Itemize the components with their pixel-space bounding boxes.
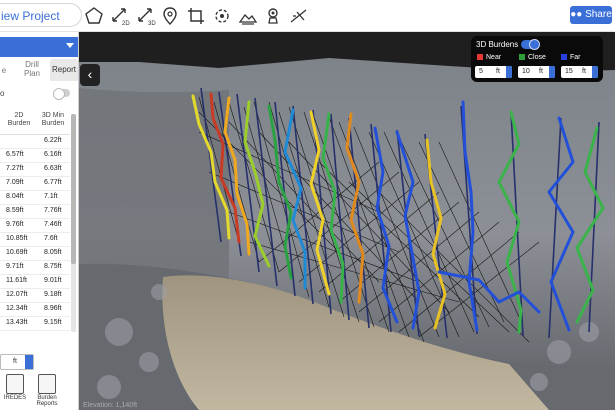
share-icon: ●● [570,9,586,20]
collapse-sidebar-button[interactable]: ‹ [80,64,100,86]
cell-3d-min-burden: 6.22ft [44,137,62,144]
unit-select[interactable]: ft [0,354,34,370]
cell-3d-min-burden: 7.46ft [44,221,62,228]
unit-select-value: ft [13,358,17,365]
tab-drill-plan[interactable]: Drill Plan [20,60,44,82]
sidebar-header-dropdown[interactable] [0,37,78,57]
measure-2d-icon[interactable]: 2D [110,6,130,27]
burden-panel-title: 3D Burdens [476,40,519,49]
iredes-file-icon [6,374,24,394]
cell-3d-min-burden: 8.96ft [44,305,62,312]
new-project-button[interactable]: iew Project [0,3,82,27]
cell-3d-min-burden: 6.63ft [44,165,62,172]
burden-reports-label: Burden Reports [36,395,58,407]
terrain-icon[interactable] [238,6,258,26]
table-row[interactable]: 9.71ft 8.75ft [0,261,70,275]
polygon-tool-icon[interactable] [84,6,104,26]
table-row[interactable]: 7.27ft 6.63ft [0,163,70,177]
slope-icon[interactable] [289,6,309,26]
chevron-down-icon [66,43,74,48]
cell-3d-min-burden: 9.15ft [44,319,62,326]
tab-first[interactable]: e [0,66,10,88]
cell-2d-burden: 8.04ft [6,193,24,200]
spinner[interactable] [506,66,512,78]
burden-reports-button[interactable]: Burden Reports [32,374,62,407]
iredes-button[interactable]: IREDES [2,374,28,401]
near-distance-input[interactable]: 5 ft [475,66,512,78]
column-header-3d-min-burden: 3D Min Burden [41,112,65,127]
table-row[interactable]: 13.43ft 9.15ft [0,317,70,331]
cell-3d-min-burden: 6.77ft [44,179,62,186]
table-row[interactable]: 11.61ft 9.01ft [0,275,70,289]
column-header-2d-burden: 2D Burden [7,112,31,127]
spinner[interactable] [549,66,555,78]
table-row[interactable]: 12.34ft 8.96ft [0,303,70,317]
cell-3d-min-burden: 9.18ft [44,291,62,298]
cell-2d-burden: 7.09ft [6,179,24,186]
cell-2d-burden: 11.61ft [6,277,27,284]
table-scrollbar[interactable] [71,114,76,332]
table-row[interactable]: 8.04ft 7.1ft [0,191,70,205]
cell-3d-min-burden: 9.01ft [44,277,62,284]
cell-3d-min-burden: 7.6ft [44,235,58,242]
table-row[interactable]: 12.07ft 9.18ft [0,289,70,303]
cell-2d-burden: 9.76ft [6,221,24,228]
sidebar: e Drill Plan Report o 2D Burden 3D Min B… [0,32,79,410]
legend-far: Far [561,54,581,61]
cell-3d-min-burden: 6.16ft [44,151,62,158]
cell-2d-burden: 6.57ft [6,151,24,158]
status-readout: Elevation: 1,140ft [83,402,138,409]
measure-3d-label: 3D [148,21,156,26]
cell-2d-burden: 9.71ft [6,263,24,270]
table-row[interactable]: 9.76ft 7.46ft [0,219,70,233]
burden-panel: 3D Burdens Near Close Far 5 ft 10 ft 15 ft [471,36,603,82]
sidebar-tabs: e Drill Plan Report [0,59,78,81]
cell-2d-burden: 8.59ft [6,207,24,214]
sidebar-bottom-actions: IREDES Burden Reports [0,370,78,410]
measure-2d-label: 2D [122,21,130,26]
legend-near: Near [477,54,501,61]
iredes-label: IREDES [3,395,27,401]
chevron-left-icon: ‹ [87,66,93,82]
table-row[interactable]: 10.69ft 8.05ft [0,247,70,261]
3d-viewport[interactable]: Elevation: 1,140ft [79,32,615,410]
unit-select-spinner[interactable] [25,355,33,369]
spinner[interactable] [592,66,598,78]
quarry-3d-scene [79,32,615,410]
close-distance-input[interactable]: 10 ft [518,66,555,78]
pin-icon[interactable] [160,6,180,26]
top-bar: iew Project 2D 3D ●● Share [0,0,615,32]
blast-icon[interactable] [263,6,283,26]
cell-3d-min-burden: 7.1ft [44,193,58,200]
sidebar-toggle[interactable] [53,88,70,100]
table-header: 2D Burden 3D Min Burden [0,112,70,135]
toggle-label: o [0,89,5,98]
share-label: Share [585,9,612,20]
rotate-icon[interactable] [212,6,232,26]
measure-3d-icon[interactable]: 3D [136,6,156,27]
cell-2d-burden: 10.69ft [6,249,28,256]
share-button[interactable]: ●● Share [570,6,612,24]
tab-report[interactable]: Report [50,59,78,81]
table-row[interactable]: 6.57ft 6.16ft [0,149,70,163]
table-row[interactable]: 10.85ft 7.6ft [0,233,70,247]
burden-reports-icon [38,374,56,394]
table-row[interactable]: 6.22ft [0,135,70,149]
crop-icon[interactable] [186,6,206,26]
cell-2d-burden: 12.07ft [6,291,28,298]
burden-toggle[interactable] [521,39,540,50]
table-row[interactable]: 7.09ft 6.77ft [0,177,70,191]
table-row[interactable]: 8.59ft 7.76ft [0,205,70,219]
cell-2d-burden: 13.43ft [6,319,28,326]
cell-2d-burden: 7.27ft [6,165,24,172]
sidebar-toggle-row: o [0,87,78,101]
burden-table: 2D Burden 3D Min Burden 6.22ft 6.57ft 6.16… [0,112,70,331]
far-distance-input[interactable]: 15 ft [561,66,598,78]
cell-3d-min-burden: 8.75ft [44,263,62,270]
cell-2d-burden: 12.34ft [6,305,28,312]
cell-2d-burden: 10.85ft [6,235,28,242]
cell-3d-min-burden: 7.76ft [44,207,62,214]
legend-close: Close [519,54,546,61]
cell-3d-min-burden: 8.05ft [44,249,62,256]
